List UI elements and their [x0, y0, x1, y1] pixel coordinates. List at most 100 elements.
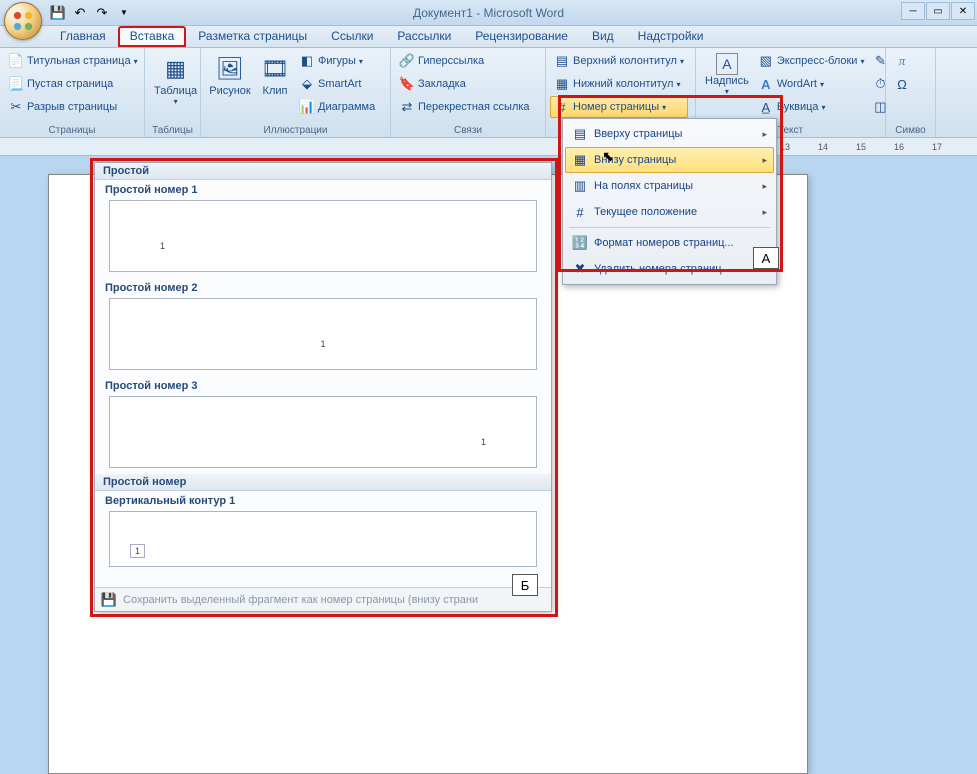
- gallery-footer[interactable]: 💾 Сохранить выделенный фрагмент как номе…: [95, 587, 551, 611]
- dropcap-button[interactable]: A̲Буквица▾: [754, 96, 869, 118]
- gallery-item-4-label: Вертикальный контур 1: [95, 491, 551, 509]
- page-icon: 📄: [8, 53, 24, 69]
- menu-separator: [569, 227, 770, 228]
- chevron-right-icon: ▸: [762, 129, 767, 140]
- crossref-icon: ⇄: [399, 99, 415, 115]
- menu-remove-numbers[interactable]: ✖Удалить номера страниц: [565, 256, 774, 282]
- page-margin-icon: ▥: [572, 178, 588, 194]
- group-label-tables: Таблицы: [149, 124, 196, 137]
- page-number-button[interactable]: #Номер страницы▾: [550, 96, 688, 118]
- group-links: 🔗Гиперссылка 🔖Закладка ⇄Перекрестная ссы…: [391, 48, 546, 137]
- omega-icon: Ω: [894, 76, 910, 92]
- qat-dropdown-icon[interactable]: ▼: [114, 3, 134, 23]
- title-bar: 💾 ↶ ↷ ▼ Документ1 - Microsoft Word ─ ▭ ✕: [0, 0, 977, 26]
- page-top-icon: ▤: [572, 126, 588, 142]
- wordart-icon: A: [758, 76, 774, 92]
- chevron-right-icon: ▸: [762, 155, 767, 166]
- minimize-button[interactable]: ─: [901, 2, 925, 20]
- page-break-button[interactable]: ✂Разрыв страницы: [4, 96, 142, 118]
- footer-button[interactable]: ▦Нижний колонтитул▾: [550, 73, 688, 95]
- chart-icon: 📊: [299, 99, 315, 115]
- menu-page-margins[interactable]: ▥На полях страницы▸: [565, 173, 774, 199]
- textbox-button[interactable]: AНадпись▾: [700, 50, 754, 124]
- smartart-button[interactable]: ⬙SmartArt: [295, 73, 379, 95]
- link-icon: 🔗: [399, 53, 415, 69]
- group-label-pages: Страницы: [4, 124, 140, 137]
- gallery-section-simple-number: Простой номер: [95, 474, 551, 491]
- blank-page-icon: 📃: [8, 76, 24, 92]
- close-button[interactable]: ✕: [951, 2, 975, 20]
- hyperlink-button[interactable]: 🔗Гиперссылка: [395, 50, 534, 72]
- page-number-menu: ▤Вверху страницы▸ ▦Внизу страницы▸ ▥На п…: [562, 118, 777, 285]
- gallery-item-1-label: Простой номер 1: [95, 180, 551, 198]
- format-icon: 🔢: [572, 235, 588, 251]
- tab-review[interactable]: Рецензирование: [463, 26, 580, 47]
- cover-page-button[interactable]: 📄Титульная страница▾: [4, 50, 142, 72]
- cursor-position-icon: #: [572, 204, 588, 220]
- table-button[interactable]: ▦ Таблица▾: [149, 50, 202, 124]
- delete-icon: ✖: [572, 261, 588, 277]
- quickparts-button[interactable]: ▧Экспресс-блоки▾: [754, 50, 869, 72]
- gallery-item-2-label: Простой номер 2: [95, 278, 551, 296]
- page-number-gallery: Простой Простой номер 1 1 Простой номер …: [94, 162, 552, 612]
- horizontal-ruler: 13 14 15 16 17: [0, 138, 977, 156]
- picture-button[interactable]: 🖼Рисунок: [205, 50, 255, 124]
- gallery-item-4[interactable]: 1: [109, 511, 537, 567]
- shapes-icon: ◧: [299, 53, 315, 69]
- tab-addins[interactable]: Надстройки: [626, 26, 716, 47]
- gallery-item-2[interactable]: 1: [109, 298, 537, 370]
- picture-icon: 🖼: [214, 53, 246, 85]
- smartart-icon: ⬙: [299, 76, 315, 92]
- menu-top-of-page[interactable]: ▤Вверху страницы▸: [565, 121, 774, 147]
- window-controls: ─ ▭ ✕: [901, 2, 975, 20]
- table-icon: ▦: [160, 53, 192, 85]
- chevron-right-icon: ▸: [762, 181, 767, 192]
- shapes-button[interactable]: ◧Фигуры▾: [295, 50, 379, 72]
- group-label-links: Связи: [395, 124, 541, 137]
- blank-page-button[interactable]: 📃Пустая страница: [4, 73, 142, 95]
- header-button[interactable]: ▤Верхний колонтитул▾: [550, 50, 688, 72]
- group-label-symbols: Симво: [890, 124, 931, 137]
- group-symbols: πФ Ω Симво: [886, 48, 936, 137]
- save-selection-icon: 💾: [101, 592, 117, 608]
- group-illustrations: 🖼Рисунок 🎞Клип ◧Фигуры▾ ⬙SmartArt 📊Диагр…: [201, 48, 391, 137]
- equation-button[interactable]: πФ: [890, 50, 914, 72]
- group-pages: 📄Титульная страница▾ 📃Пустая страница ✂Р…: [0, 48, 145, 137]
- window-title: Документ1 - Microsoft Word: [413, 6, 564, 20]
- gallery-item-3[interactable]: 1: [109, 396, 537, 468]
- tab-references[interactable]: Ссылки: [319, 26, 385, 47]
- menu-bottom-of-page[interactable]: ▦Внизу страницы▸: [565, 147, 774, 173]
- undo-icon[interactable]: ↶: [70, 3, 90, 23]
- annotation-letter-b: Б: [512, 574, 538, 596]
- textbox-icon: A: [716, 53, 738, 75]
- clip-button[interactable]: 🎞Клип: [255, 50, 295, 124]
- quick-access-toolbar: 💾 ↶ ↷ ▼: [48, 3, 134, 23]
- tab-view[interactable]: Вид: [580, 26, 626, 47]
- office-button[interactable]: [4, 2, 42, 40]
- ribbon-tabs: Главная Вставка Разметка страницы Ссылки…: [0, 26, 977, 48]
- pagenum-icon: #: [554, 99, 570, 115]
- clip-icon: 🎞: [259, 53, 291, 85]
- chart-button[interactable]: 📊Диаграмма: [295, 96, 379, 118]
- annotation-letter-a: А: [753, 247, 779, 269]
- menu-format-numbers[interactable]: 🔢Формат номеров страниц...: [565, 230, 774, 256]
- wordart-button[interactable]: AWordArt▾: [754, 73, 869, 95]
- tab-mailings[interactable]: Рассылки: [385, 26, 463, 47]
- symbol-button[interactable]: Ω: [890, 73, 914, 95]
- pi-icon: π: [894, 53, 910, 69]
- dropcap-icon: A̲: [758, 99, 774, 115]
- bookmark-button[interactable]: 🔖Закладка: [395, 73, 534, 95]
- blocks-icon: ▧: [758, 53, 774, 69]
- redo-icon[interactable]: ↷: [92, 3, 112, 23]
- maximize-button[interactable]: ▭: [926, 2, 950, 20]
- tab-home[interactable]: Главная: [48, 26, 118, 47]
- gallery-item-3-label: Простой номер 3: [95, 376, 551, 394]
- save-icon[interactable]: 💾: [48, 3, 68, 23]
- gallery-item-1[interactable]: 1: [109, 200, 537, 272]
- chevron-right-icon: ▸: [762, 207, 767, 218]
- bookmark-icon: 🔖: [399, 76, 415, 92]
- tab-layout[interactable]: Разметка страницы: [186, 26, 319, 47]
- tab-insert[interactable]: Вставка: [118, 26, 187, 47]
- crossref-button[interactable]: ⇄Перекрестная ссылка: [395, 96, 534, 118]
- menu-current-position[interactable]: #Текущее положение▸: [565, 199, 774, 225]
